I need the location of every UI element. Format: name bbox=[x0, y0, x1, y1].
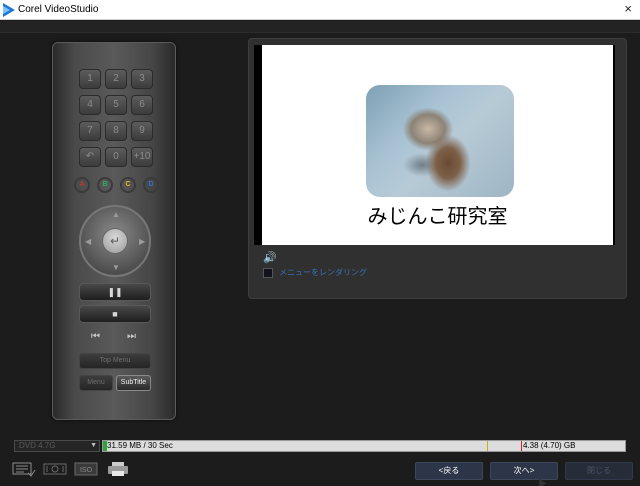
remote-control: 1 2 3 4 5 6 7 8 9 ↶ 0 +10 A B C D ▲ ▼ ◀ … bbox=[52, 42, 176, 420]
key-2[interactable]: 2 bbox=[105, 69, 127, 89]
next-button[interactable]: 次へ> bbox=[490, 462, 558, 480]
menu-rendering-checkbox[interactable] bbox=[263, 268, 273, 278]
up-arrow-icon[interactable]: ▲ bbox=[112, 210, 120, 219]
blue-button[interactable]: D bbox=[143, 177, 159, 193]
red-button[interactable]: A bbox=[74, 177, 90, 193]
disc-info-icon[interactable]: ISO bbox=[74, 461, 98, 477]
capacity-tick-red bbox=[521, 441, 522, 451]
printer-icon[interactable] bbox=[106, 461, 130, 477]
settings-icon[interactable] bbox=[12, 461, 36, 477]
stop-button[interactable]: ■ bbox=[79, 305, 151, 323]
key-1[interactable]: 1 bbox=[79, 69, 101, 89]
disc-type-value: DVD 4.7G bbox=[19, 441, 56, 450]
window-title: Corel VideoStudio bbox=[18, 4, 99, 15]
cancel-button[interactable]: 閉じる bbox=[565, 462, 633, 480]
green-button[interactable]: B bbox=[97, 177, 113, 193]
subtitle-button[interactable]: SubTitle bbox=[116, 375, 151, 391]
project-settings-icon[interactable] bbox=[42, 461, 68, 477]
menu-title: みじんこ研究室 bbox=[367, 206, 508, 228]
key-plus10[interactable]: +10 bbox=[131, 147, 153, 167]
corel-logo-icon bbox=[3, 3, 15, 17]
chevron-down-icon: ▼ bbox=[90, 442, 97, 449]
direction-pad: ▲ ▼ ◀ ▶ ↵ bbox=[79, 205, 151, 277]
svg-text:ISO: ISO bbox=[80, 467, 93, 474]
disc-used-text: 31.59 MB / 30 Sec bbox=[107, 441, 173, 450]
key-0[interactable]: 0 bbox=[105, 147, 127, 167]
right-arrow-icon[interactable]: ▶ bbox=[139, 237, 145, 246]
left-arrow-icon[interactable]: ◀ bbox=[85, 237, 91, 246]
daphnia-photo bbox=[366, 85, 514, 197]
key-5[interactable]: 5 bbox=[105, 95, 127, 115]
back-button[interactable]: <戻る bbox=[415, 462, 483, 480]
menu-button[interactable]: Menu bbox=[79, 375, 113, 391]
header-band bbox=[0, 21, 640, 33]
disc-capacity-text: 4.38 (4.70) GB bbox=[523, 441, 576, 450]
key-9[interactable]: 9 bbox=[131, 121, 153, 141]
disc-usage-bar: 31.59 MB / 30 Sec 4.38 (4.70) GB bbox=[102, 440, 626, 452]
title-bar: Corel VideoStudio × bbox=[0, 0, 640, 20]
preview-panel: みじんこ研究室 🔊 メニューをレンダリング bbox=[248, 38, 627, 299]
key-7[interactable]: 7 bbox=[79, 121, 101, 141]
key-3[interactable]: 3 bbox=[131, 69, 153, 89]
down-arrow-icon[interactable]: ▼ bbox=[112, 263, 120, 272]
return-key-icon[interactable]: ↶ bbox=[79, 147, 101, 167]
speaker-icon[interactable]: 🔊 bbox=[263, 251, 277, 264]
menu-canvas: みじんこ研究室 bbox=[262, 45, 613, 245]
key-8[interactable]: 8 bbox=[105, 121, 127, 141]
yellow-button[interactable]: C bbox=[120, 177, 136, 193]
pause-button[interactable]: ❚❚ bbox=[79, 283, 151, 301]
key-6[interactable]: 6 bbox=[131, 95, 153, 115]
menu-rendering-label: メニューをレンダリング bbox=[279, 268, 367, 277]
enter-icon[interactable]: ↵ bbox=[102, 228, 128, 254]
capacity-tick-yellow bbox=[487, 441, 488, 451]
key-4[interactable]: 4 bbox=[79, 95, 101, 115]
next-icon[interactable]: ⏭ bbox=[127, 331, 136, 342]
close-icon[interactable]: × bbox=[624, 2, 632, 16]
video-preview: みじんこ研究室 bbox=[254, 45, 615, 245]
top-menu-button[interactable]: Top Menu bbox=[79, 353, 151, 369]
previous-icon[interactable]: ⏮ bbox=[91, 331, 100, 342]
disc-type-select[interactable]: DVD 4.7G ▼ bbox=[14, 440, 100, 452]
